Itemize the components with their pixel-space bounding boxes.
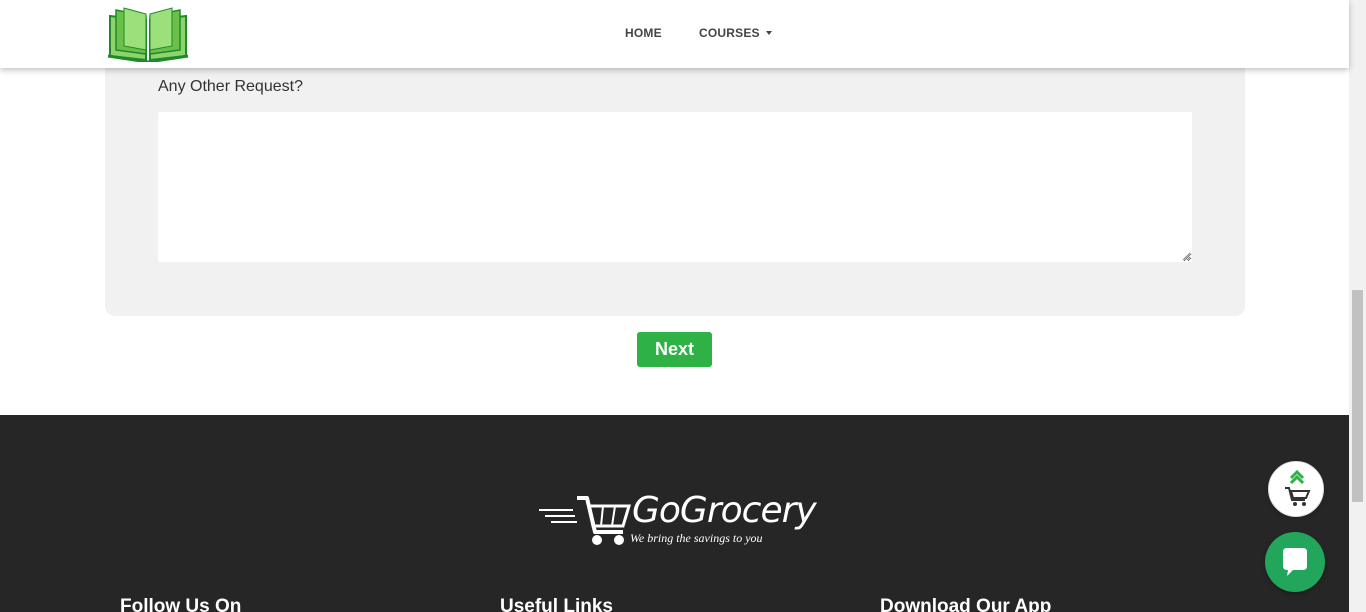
main-nav: HOME COURSES (0, 26, 1349, 42)
chat-button[interactable] (1265, 532, 1325, 592)
brand-name: GoGrocery (632, 490, 817, 531)
nav-home-link[interactable]: HOME (625, 26, 662, 40)
nav-courses-label: COURSES (699, 26, 760, 40)
nav-courses-dropdown[interactable]: COURSES (699, 26, 772, 40)
site-header: HOME COURSES (0, 0, 1349, 68)
scroll-top-cart-button[interactable] (1268, 461, 1324, 517)
caret-down-icon (765, 31, 772, 35)
scroll-top-cart-icon (1285, 469, 1311, 506)
footer-heading-follow: Follow Us On (120, 596, 242, 612)
next-button[interactable]: Next (637, 332, 712, 367)
brand-tagline: We bring the savings to you (630, 531, 763, 545)
scrollbar-thumb[interactable] (1352, 290, 1363, 502)
footer-heading-links: Useful Links (500, 596, 613, 612)
other-request-label: Any Other Request? (158, 78, 303, 95)
other-request-textarea[interactable] (158, 112, 1192, 262)
footer-heading-app: Download Our App (880, 596, 1052, 612)
chat-bubble-icon (1283, 548, 1307, 576)
